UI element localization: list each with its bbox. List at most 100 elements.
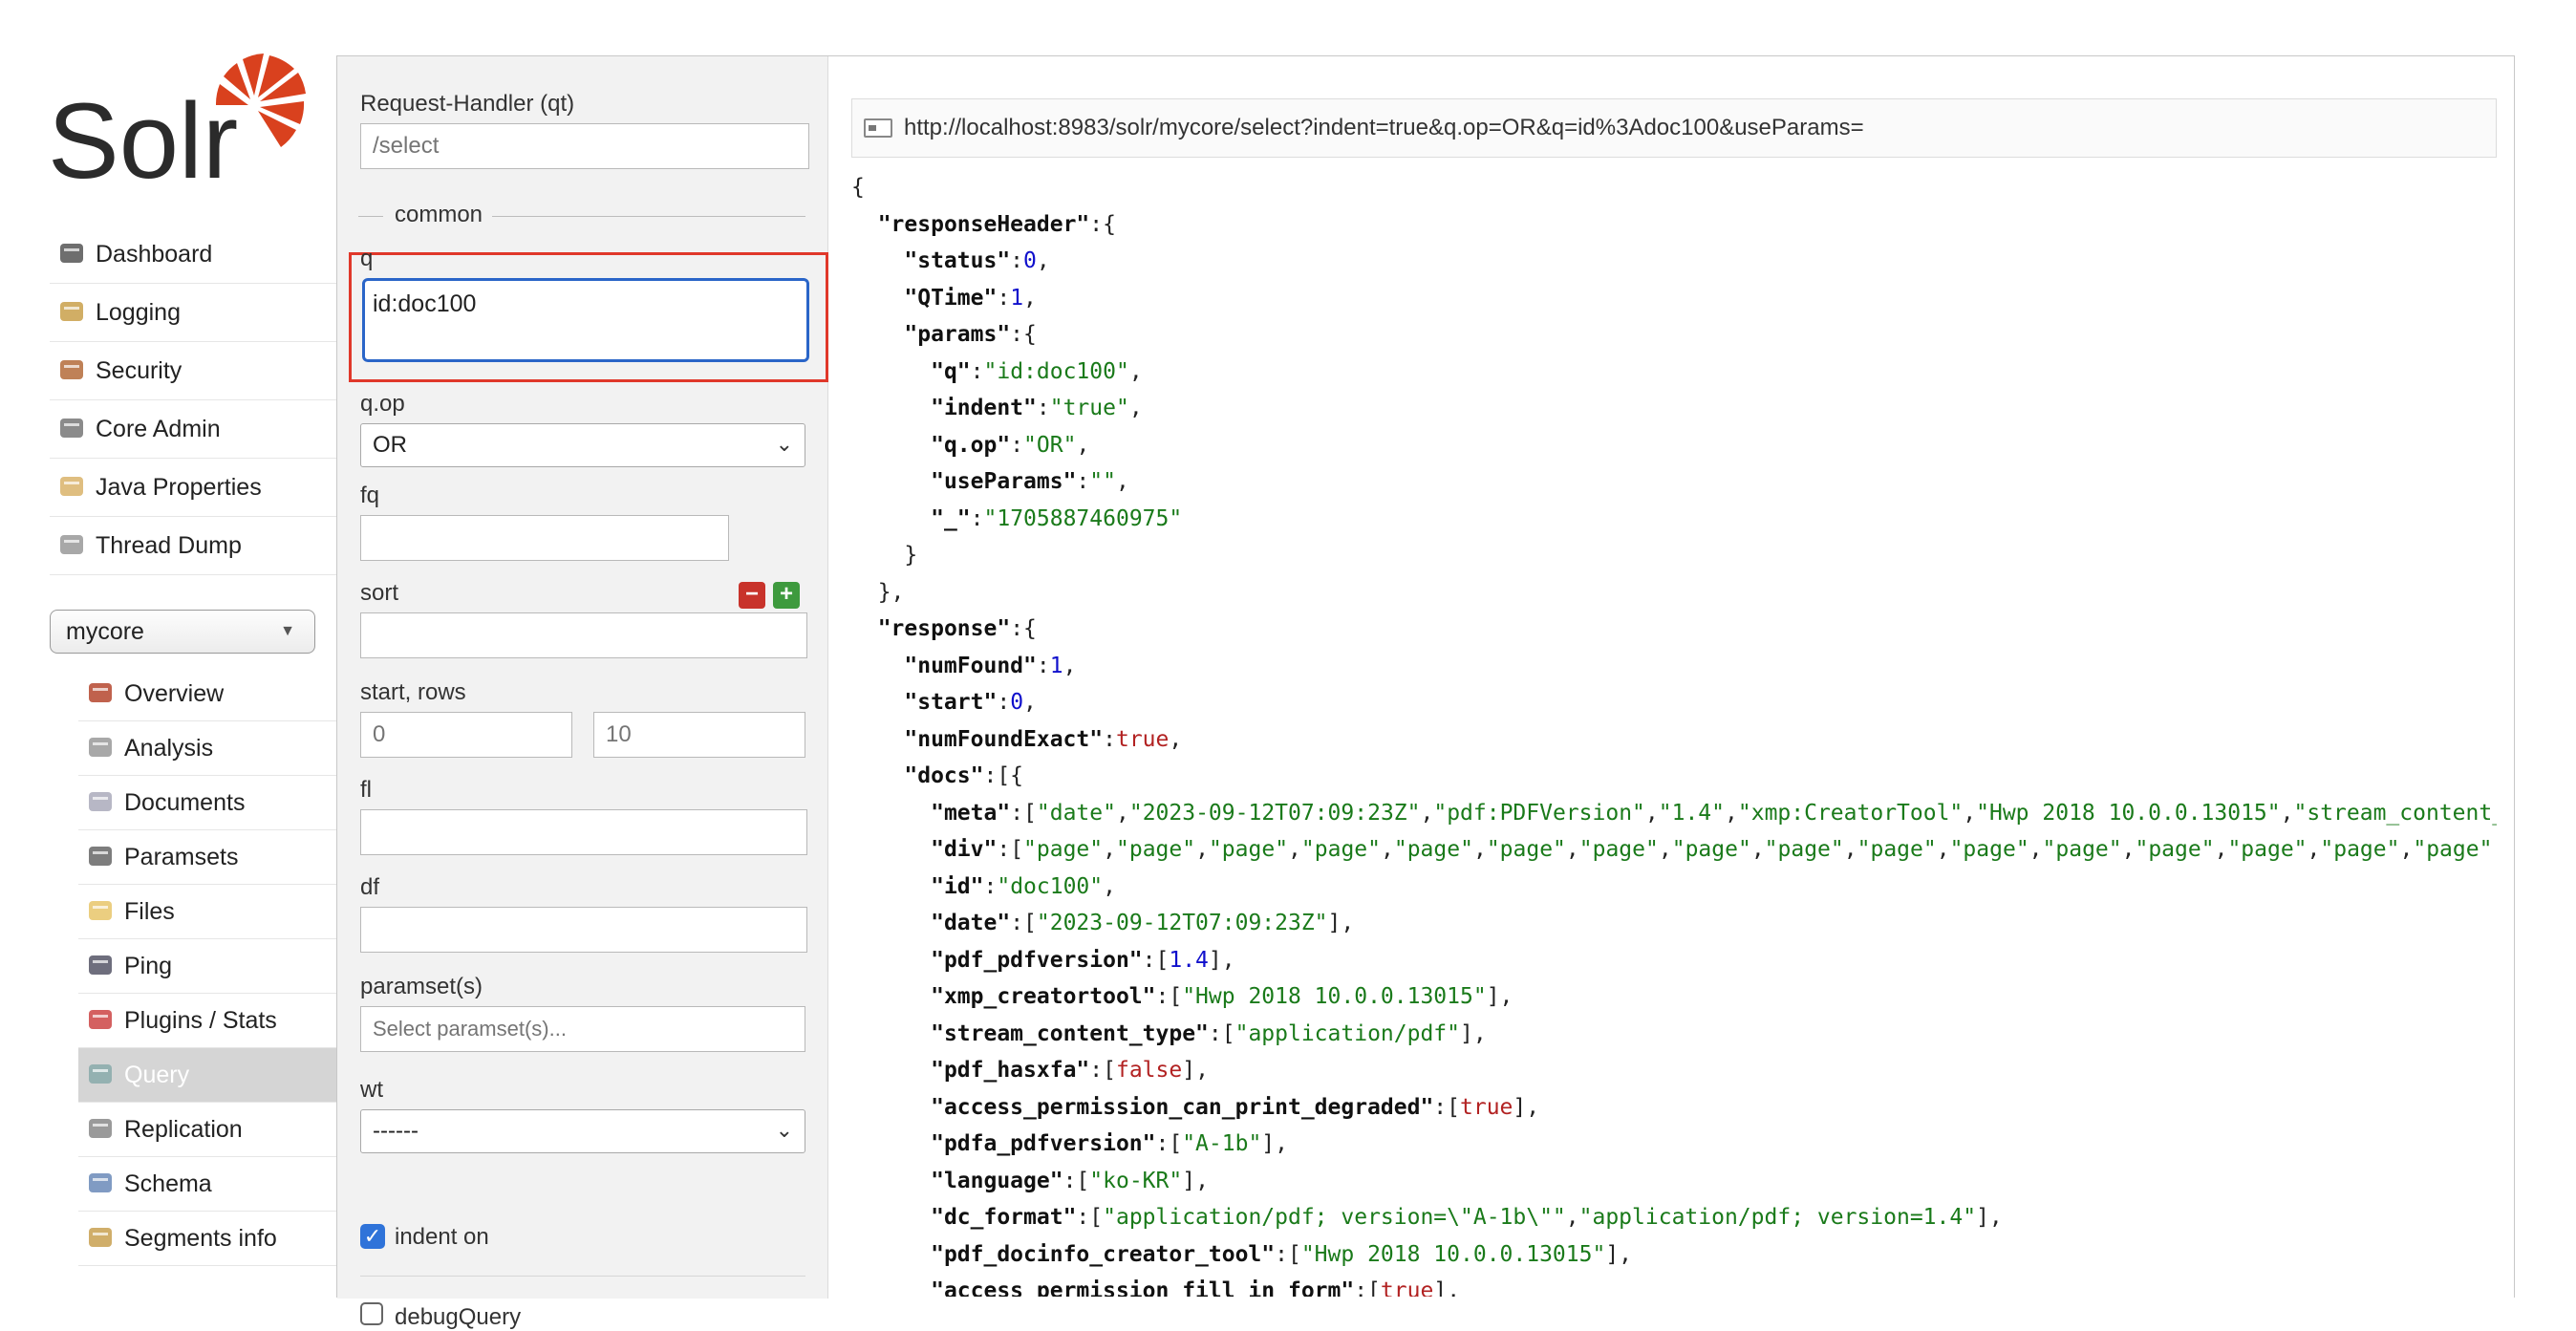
json-line: "docs":[{ — [851, 758, 2497, 795]
sidebar-item-logging[interactable]: Logging — [50, 284, 336, 342]
start-input[interactable] — [360, 712, 572, 758]
json-token: "meta" — [931, 800, 1011, 826]
remove-fq-button[interactable]: − — [739, 582, 765, 609]
debugquery-checkbox[interactable] — [360, 1302, 383, 1325]
qop-select[interactable]: OR ⌄ — [360, 423, 805, 467]
json-response: { "responseHeader":{ "status":0, "QTime"… — [851, 169, 2497, 1297]
json-line: "status":0, — [851, 243, 2497, 280]
core-item-replication[interactable]: Replication — [78, 1103, 336, 1157]
fl-input[interactable] — [360, 809, 807, 855]
nav-label: Ping — [124, 952, 173, 979]
json-token: "id:doc100" — [983, 358, 1129, 384]
json-token: true — [1380, 1278, 1434, 1297]
paramsets-label: paramset(s) — [360, 974, 483, 999]
replication-icon — [86, 1115, 117, 1144]
json-line: "div":["page","page","page","page","page… — [851, 831, 2497, 869]
json-token: :[ — [1010, 911, 1037, 935]
df-input[interactable] — [360, 907, 807, 953]
sidebar-item-dashboard[interactable]: Dashboard — [50, 225, 336, 284]
java-properties-icon — [57, 473, 88, 502]
json-token: "stream_content_type" — [2293, 800, 2498, 826]
json-token: "2023-09-12T07:09:23Z" — [1036, 911, 1328, 935]
nav-label: Security — [96, 356, 182, 384]
core-item-schema[interactable]: Schema — [78, 1157, 336, 1212]
core-item-plugins-stats[interactable]: Plugins / Stats — [78, 994, 336, 1048]
core-item-ping[interactable]: Ping — [78, 939, 336, 994]
q-label: q — [360, 246, 374, 271]
sort-input[interactable] — [360, 612, 807, 658]
json-token: , — [1115, 469, 1129, 494]
json-token: "xmp_creatortool" — [931, 984, 1156, 1009]
json-token: "status" — [904, 248, 1011, 273]
add-fq-button[interactable]: + — [773, 582, 800, 609]
json-line: "date":["2023-09-12T07:09:23Z"], — [851, 905, 2497, 942]
core-item-overview[interactable]: Overview — [78, 667, 336, 721]
json-token: "ko-KR" — [1089, 1168, 1183, 1193]
core-admin-icon — [57, 415, 88, 443]
sidebar-item-java-properties[interactable]: Java Properties — [50, 459, 336, 517]
dashboard-icon — [57, 240, 88, 268]
json-token: ], — [1976, 1205, 2003, 1230]
core-selector[interactable]: mycore ▼ — [50, 610, 315, 654]
nav-label: Segments info — [124, 1224, 277, 1252]
nav-label: Schema — [124, 1170, 212, 1197]
json-token: ], — [1327, 911, 1355, 935]
core-item-files[interactable]: Files — [78, 885, 336, 939]
thread-dump-icon — [57, 531, 88, 560]
core-item-query[interactable]: Query — [78, 1048, 336, 1103]
json-token: , — [1103, 873, 1116, 899]
json-token: "docs" — [904, 763, 984, 788]
json-token: "" — [1089, 469, 1116, 494]
svg-text:Solr: Solr — [48, 81, 238, 183]
json-token: "QTime" — [904, 285, 998, 311]
sidebar-item-security[interactable]: Security — [50, 342, 336, 400]
json-token: "page" — [2320, 837, 2400, 862]
fq-input[interactable] — [360, 515, 729, 561]
core-item-paramsets[interactable]: Paramsets — [78, 830, 336, 885]
rows-input[interactable] — [593, 712, 805, 758]
json-token: "pdf_docinfo_creator_tool" — [931, 1241, 1276, 1267]
json-token: "page" — [1208, 837, 1289, 862]
json-token: "page" — [1764, 837, 1844, 862]
core-item-documents[interactable]: Documents — [78, 776, 336, 830]
json-line: "access_permission_fill_in_form":[true], — [851, 1273, 2497, 1297]
paramsets-input[interactable] — [360, 1006, 805, 1052]
core-item-analysis[interactable]: Analysis — [78, 721, 336, 776]
logging-icon — [57, 298, 88, 327]
files-icon — [86, 897, 117, 926]
solr-logo[interactable]: Solr — [48, 50, 306, 183]
json-token: :[ — [1354, 1278, 1381, 1297]
sidebar-item-core-admin[interactable]: Core Admin — [50, 400, 336, 459]
wt-value: ------ — [373, 1118, 419, 1144]
indent-checkbox[interactable]: ✓ — [360, 1224, 385, 1249]
sidebar-item-thread-dump[interactable]: Thread Dump — [50, 517, 336, 575]
json-token: "Hwp 2018 10.0.0.13015" — [1976, 800, 2281, 826]
json-token: "A-1b" — [1182, 1131, 1262, 1156]
caret-down-icon: ▼ — [280, 623, 295, 639]
json-token: , — [1169, 726, 1183, 752]
json-token: , — [2307, 837, 2321, 862]
json-token: :[ — [1063, 1168, 1090, 1193]
request-handler-input[interactable] — [360, 123, 809, 169]
core-item-segments-info[interactable]: Segments info — [78, 1212, 336, 1266]
nav-label: Overview — [124, 679, 225, 707]
json-line: "language":["ko-KR"], — [851, 1163, 2497, 1200]
json-token: : — [1036, 653, 1050, 678]
request-url[interactable]: http://localhost:8983/solr/mycore/select… — [904, 115, 1864, 141]
json-token: "language" — [931, 1168, 1063, 1193]
json-token: : — [1076, 469, 1090, 494]
request-url-bar[interactable]: http://localhost:8983/solr/mycore/select… — [851, 98, 2497, 158]
wt-select[interactable]: ------ ⌄ — [360, 1109, 805, 1153]
json-line: "xmp_creatortool":["Hwp 2018 10.0.0.1301… — [851, 978, 2497, 1016]
json-line: } — [851, 537, 2497, 574]
json-token: "page" — [1300, 837, 1381, 862]
json-line: "pdfa_pdfversion":["A-1b"], — [851, 1126, 2497, 1163]
q-textarea[interactable]: id:doc100 — [362, 278, 809, 362]
